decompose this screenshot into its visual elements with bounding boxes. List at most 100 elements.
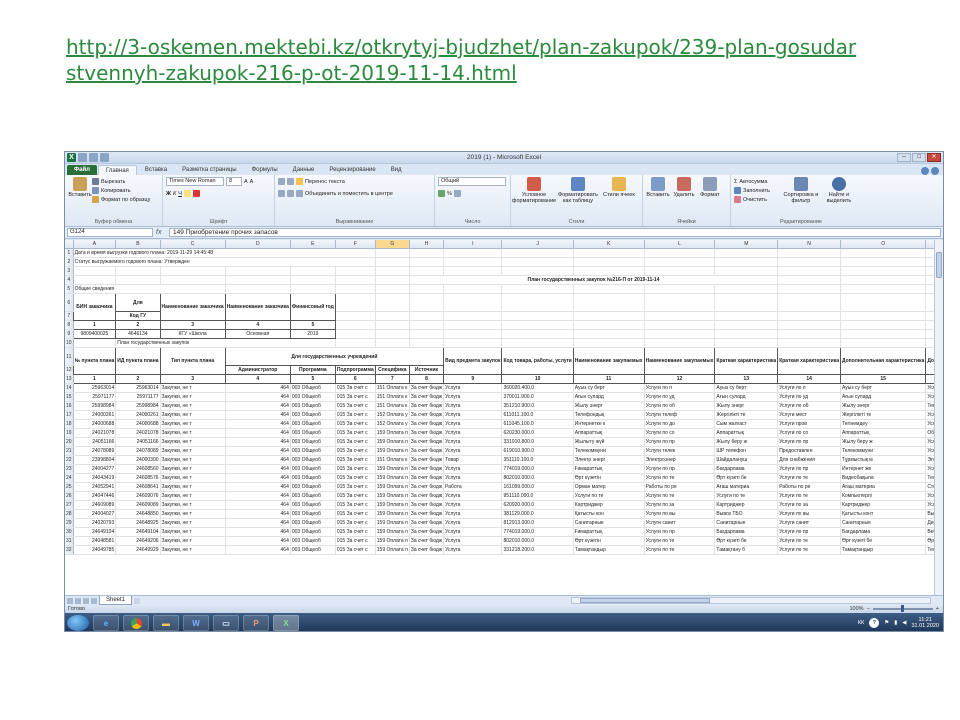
cell[interactable] [714, 257, 779, 267]
data-cell[interactable]: 015 За счет с [335, 545, 376, 555]
data-cell[interactable]: Услуга [443, 500, 503, 510]
data-cell[interactable]: За счет бюдж [409, 428, 445, 438]
customer-info-cell[interactable]: 4646134 [115, 329, 161, 339]
data-cell[interactable]: Ауыз су берт [840, 383, 927, 393]
data-cell[interactable]: Услуги пров [777, 419, 841, 429]
data-cell[interactable]: Услуги по п [777, 383, 841, 393]
data-cell[interactable]: 24004277 [73, 464, 117, 474]
cell[interactable] [409, 248, 445, 258]
source-link[interactable]: http://3-oskemen.mektebi.kz/otkrytyj-bju… [66, 34, 866, 86]
clock[interactable]: 11:21 31.01.2020 [911, 617, 939, 629]
data-cell[interactable]: За счет бюдж [409, 437, 445, 447]
data-cell[interactable]: Услуги по пр [925, 464, 934, 474]
data-cell[interactable]: Өрт күзетін [573, 536, 645, 546]
tab-insert[interactable]: Вставка [138, 165, 174, 175]
index-cell[interactable]: 3 [159, 320, 226, 330]
row-header[interactable]: 17 [65, 410, 74, 420]
cell[interactable] [335, 284, 376, 294]
data-cell[interactable]: Закупки, не т [160, 455, 226, 465]
row-header[interactable]: 21 [65, 446, 74, 456]
column-header[interactable]: N [777, 240, 841, 249]
sort-filter-button[interactable]: Сортировка и фильтр [782, 177, 820, 204]
cell[interactable] [375, 266, 410, 276]
data-cell[interactable]: Закупки, не т [160, 500, 226, 510]
data-cell[interactable]: Услуги по пр [644, 464, 716, 474]
cell[interactable] [840, 248, 927, 258]
data-cell[interactable]: Санитарные [714, 518, 779, 528]
data-cell[interactable]: Работы по ре [644, 482, 716, 492]
plan-column-header[interactable]: Наименование закупаемых [572, 347, 645, 375]
autosum-button[interactable]: Σ Автосумма [734, 177, 780, 186]
column-number-cell[interactable]: 14 [777, 374, 841, 384]
data-cell[interactable]: Услуга [443, 419, 503, 429]
minimize-icon[interactable]: – [897, 153, 911, 162]
data-cell[interactable]: Работа [443, 482, 503, 492]
data-cell[interactable]: Закупки, не т [160, 428, 226, 438]
zoom-out-icon[interactable]: − [867, 606, 870, 612]
cell[interactable] [644, 284, 716, 294]
data-cell[interactable]: За счет бюдж [409, 518, 445, 528]
data-cell[interactable]: 464 [225, 500, 291, 510]
data-cell[interactable]: Услуги по за [925, 500, 934, 510]
data-cell[interactable]: 620230.000.0 [501, 428, 574, 438]
data-cell[interactable]: 464 [225, 419, 291, 429]
data-cell[interactable]: Услуги по п [644, 383, 716, 393]
align-right-icon[interactable] [296, 190, 303, 197]
data-cell[interactable]: Тегінемдеу [840, 419, 927, 429]
data-cell[interactable]: 611045.100.0 [501, 419, 574, 429]
column-header[interactable]: D [225, 240, 291, 249]
cell[interactable] [501, 320, 574, 330]
data-cell[interactable]: 24004027 [73, 509, 117, 519]
data-cell[interactable]: Услуги по те [777, 536, 841, 546]
cell[interactable] [115, 275, 161, 285]
data-cell[interactable]: 003 Общеоб [290, 419, 336, 429]
index-cell[interactable]: 2 [115, 320, 161, 330]
horizontal-scroll-thumb[interactable] [580, 598, 710, 603]
row-header[interactable]: 10 [65, 338, 74, 348]
data-cell[interactable]: Закупки, не т [160, 446, 226, 456]
data-cell[interactable]: 003 Общеоб [290, 536, 336, 546]
data-cell[interactable]: Услуги телеф [925, 410, 934, 420]
data-cell[interactable]: Вывоз ТБО [714, 509, 779, 519]
help-icon[interactable] [921, 167, 929, 175]
align-left-icon[interactable] [278, 190, 285, 197]
data-cell[interactable]: 003 Общеоб [290, 446, 336, 456]
cell[interactable] [375, 284, 410, 294]
cell[interactable] [777, 266, 841, 276]
cell[interactable] [225, 266, 291, 276]
clear-button[interactable]: Очистить [734, 195, 780, 204]
data-cell[interactable]: Услуга [443, 383, 503, 393]
plan-column-header[interactable]: Наименование закупаемых [643, 347, 716, 375]
sheet-nav-first-icon[interactable] [67, 597, 73, 604]
data-cell[interactable]: Электроэнер [644, 455, 716, 465]
cell[interactable] [409, 257, 445, 267]
data-cell[interactable]: Тамақтандыр [573, 545, 645, 555]
align-center-icon[interactable] [287, 190, 294, 197]
row-header[interactable]: 27 [65, 500, 74, 510]
cell[interactable] [777, 284, 841, 294]
data-cell[interactable]: 24000688 [115, 419, 161, 429]
cell[interactable] [73, 266, 117, 276]
data-cell[interactable]: Қатысты конт [840, 509, 927, 519]
data-cell[interactable]: 159 Оплата п [375, 509, 410, 519]
data-cell[interactable]: Веб-сайт ыы [925, 527, 934, 537]
data-cell[interactable]: Қатысты кон [573, 509, 645, 519]
copy-button[interactable]: Копировать [92, 186, 159, 195]
tab-page-layout[interactable]: Разметка страницы [175, 165, 243, 175]
plan-column-header[interactable]: Дополнительная характеристика [925, 347, 934, 375]
data-cell[interactable]: 151 Оплата к [375, 401, 410, 411]
column-header[interactable]: A [73, 240, 117, 249]
data-cell[interactable]: 464 [225, 437, 291, 447]
data-cell[interactable]: Услуга [443, 473, 503, 483]
data-cell[interactable]: 24043419 [73, 473, 117, 483]
data-cell[interactable]: 159 Оплата п [375, 437, 410, 447]
formula-input[interactable]: 149 Приобретение прочих запасов [169, 228, 941, 237]
column-number-cell[interactable]: 5 [289, 374, 336, 384]
italic-icon[interactable]: К [173, 191, 176, 197]
cell[interactable] [409, 293, 445, 312]
data-cell[interactable]: Услуги по пр [777, 527, 841, 537]
data-cell[interactable]: Вывоз ТБО [925, 509, 934, 519]
cell[interactable] [335, 266, 376, 276]
cell[interactable] [925, 257, 934, 267]
data-cell[interactable]: 003 Общеоб [290, 509, 336, 519]
